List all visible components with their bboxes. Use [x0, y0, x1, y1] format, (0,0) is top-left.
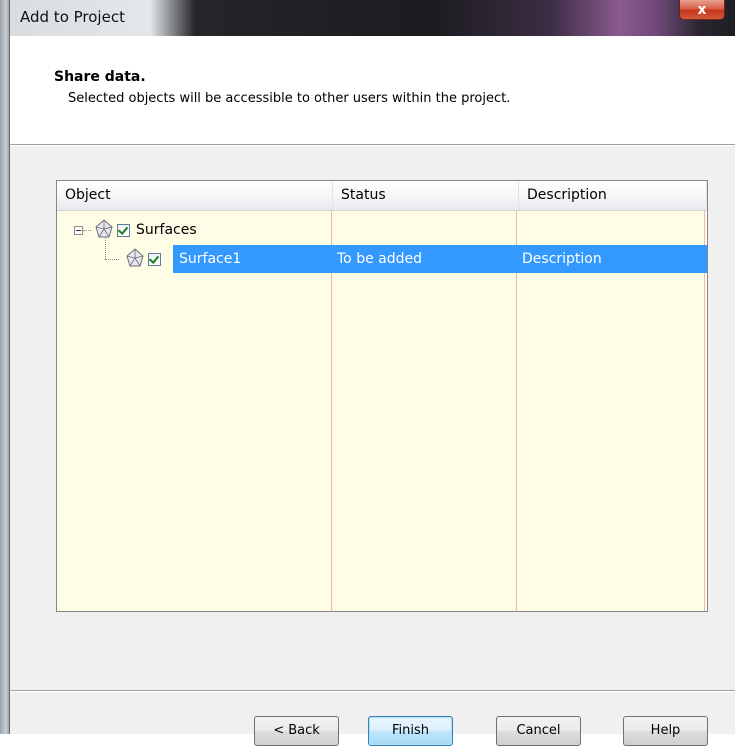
finish-button[interactable]: Finish — [368, 716, 453, 746]
surface-tin-icon — [94, 219, 114, 239]
surface-tin-icon — [125, 248, 145, 268]
window-left-border — [0, 0, 10, 734]
window-title: Add to Project — [20, 8, 125, 26]
footer-divider — [10, 690, 735, 692]
close-button[interactable]: x — [679, 0, 725, 20]
surfaces-checkbox[interactable] — [117, 224, 130, 237]
column-header-status[interactable]: Status — [333, 181, 519, 210]
objects-tree-list[interactable]: Object Status Description Surfaces Surfa… — [56, 180, 708, 612]
tree-row-surface1[interactable]: Surface1 To be added Description — [57, 245, 707, 273]
description-cell: Description — [516, 245, 707, 273]
collapse-toggle-icon[interactable] — [74, 226, 83, 235]
surface1-checkbox[interactable] — [148, 253, 161, 266]
tree-row-surfaces[interactable]: Surfaces — [57, 216, 707, 244]
page-subtitle: Selected objects will be accessible to o… — [68, 91, 511, 106]
page-title: Share data. — [54, 69, 146, 85]
column-header-object[interactable]: Object — [57, 181, 333, 210]
wizard-header: Share data. Selected objects will be acc… — [10, 36, 735, 144]
close-icon: x — [697, 1, 707, 18]
description-cell — [517, 216, 704, 244]
column-header-description[interactable]: Description — [519, 181, 707, 210]
tree-connector — [83, 230, 91, 231]
status-cell: To be added — [331, 245, 517, 273]
object-label: Surfaces — [136, 222, 197, 238]
help-button[interactable]: Help — [623, 716, 708, 746]
object-label: Surface1 — [173, 245, 331, 273]
tree-connector — [105, 259, 119, 260]
title-bar[interactable]: Add to Project x — [10, 0, 735, 36]
cancel-button[interactable]: Cancel — [496, 716, 581, 746]
list-header: Object Status Description — [57, 181, 707, 211]
back-button[interactable]: < Back — [254, 716, 339, 746]
status-cell — [332, 216, 516, 244]
